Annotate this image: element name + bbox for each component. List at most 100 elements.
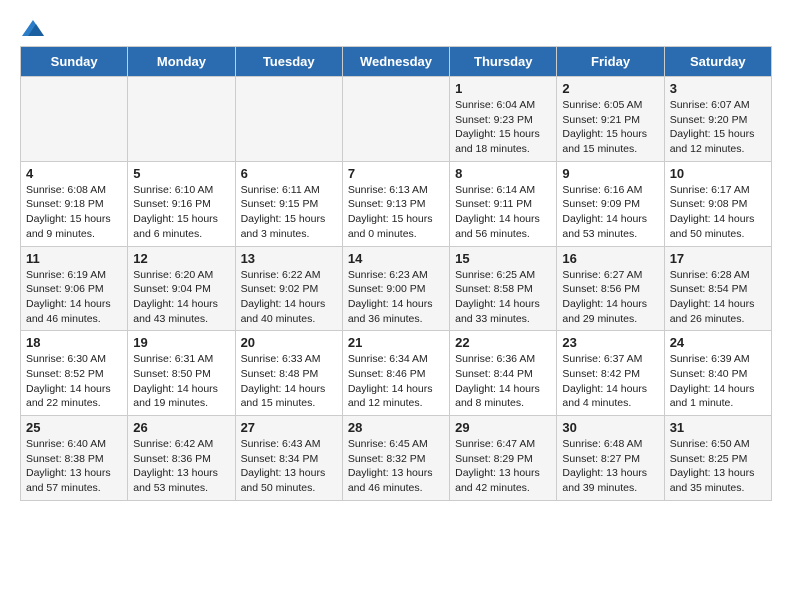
weekday-header-row: SundayMondayTuesdayWednesdayThursdayFrid… <box>21 47 772 77</box>
calendar-table: SundayMondayTuesdayWednesdayThursdayFrid… <box>20 46 772 501</box>
day-content: Sunrise: 6:36 AM Sunset: 8:44 PM Dayligh… <box>455 352 551 411</box>
day-content: Sunrise: 6:08 AM Sunset: 9:18 PM Dayligh… <box>26 183 122 242</box>
day-number: 8 <box>455 166 551 181</box>
day-number: 15 <box>455 251 551 266</box>
day-content: Sunrise: 6:28 AM Sunset: 8:54 PM Dayligh… <box>670 268 766 327</box>
calendar-cell: 6 Sunrise: 6:11 AM Sunset: 9:15 PM Daylig… <box>235 161 342 246</box>
day-content: Sunrise: 6:07 AM Sunset: 9:20 PM Dayligh… <box>670 98 766 157</box>
weekday-header-friday: Friday <box>557 47 664 77</box>
day-number: 13 <box>241 251 337 266</box>
calendar-week-2: 4 Sunrise: 6:08 AM Sunset: 9:18 PM Daylig… <box>21 161 772 246</box>
calendar-cell: 27 Sunrise: 6:43 AM Sunset: 8:34 PM Dayli… <box>235 416 342 501</box>
day-number: 26 <box>133 420 229 435</box>
day-number: 27 <box>241 420 337 435</box>
day-number: 5 <box>133 166 229 181</box>
day-content: Sunrise: 6:48 AM Sunset: 8:27 PM Dayligh… <box>562 437 658 496</box>
weekday-header-saturday: Saturday <box>664 47 771 77</box>
calendar-cell: 19 Sunrise: 6:31 AM Sunset: 8:50 PM Dayli… <box>128 331 235 416</box>
calendar-cell: 15 Sunrise: 6:25 AM Sunset: 8:58 PM Dayli… <box>450 246 557 331</box>
calendar-week-3: 11 Sunrise: 6:19 AM Sunset: 9:06 PM Dayli… <box>21 246 772 331</box>
day-number: 10 <box>670 166 766 181</box>
day-number: 1 <box>455 81 551 96</box>
day-content: Sunrise: 6:10 AM Sunset: 9:16 PM Dayligh… <box>133 183 229 242</box>
weekday-header-monday: Monday <box>128 47 235 77</box>
day-content: Sunrise: 6:40 AM Sunset: 8:38 PM Dayligh… <box>26 437 122 496</box>
calendar-cell: 1Sunrise: 6:04 AM Sunset: 9:23 PM Daylig… <box>450 77 557 162</box>
day-content: Sunrise: 6:47 AM Sunset: 8:29 PM Dayligh… <box>455 437 551 496</box>
calendar-cell: 29 Sunrise: 6:47 AM Sunset: 8:29 PM Dayli… <box>450 416 557 501</box>
day-content: Sunrise: 6:25 AM Sunset: 8:58 PM Dayligh… <box>455 268 551 327</box>
day-content: Sunrise: 6:31 AM Sunset: 8:50 PM Dayligh… <box>133 352 229 411</box>
day-content: Sunrise: 6:17 AM Sunset: 9:08 PM Dayligh… <box>670 183 766 242</box>
day-number: 17 <box>670 251 766 266</box>
day-number: 20 <box>241 335 337 350</box>
day-content: Sunrise: 6:16 AM Sunset: 9:09 PM Dayligh… <box>562 183 658 242</box>
day-number: 6 <box>241 166 337 181</box>
calendar-cell: 30 Sunrise: 6:48 AM Sunset: 8:27 PM Dayli… <box>557 416 664 501</box>
day-number: 9 <box>562 166 658 181</box>
weekday-header-wednesday: Wednesday <box>342 47 449 77</box>
day-number: 30 <box>562 420 658 435</box>
calendar-cell <box>128 77 235 162</box>
calendar-cell: 28Sunrise: 6:45 AM Sunset: 8:32 PM Dayli… <box>342 416 449 501</box>
calendar-cell: 9 Sunrise: 6:16 AM Sunset: 9:09 PM Daylig… <box>557 161 664 246</box>
day-number: 11 <box>26 251 122 266</box>
calendar-cell: 17 Sunrise: 6:28 AM Sunset: 8:54 PM Dayli… <box>664 246 771 331</box>
calendar-cell: 18 Sunrise: 6:30 AM Sunset: 8:52 PM Dayli… <box>21 331 128 416</box>
day-number: 19 <box>133 335 229 350</box>
day-content: Sunrise: 6:05 AM Sunset: 9:21 PM Dayligh… <box>562 98 658 157</box>
calendar-cell: 7 Sunrise: 6:13 AM Sunset: 9:13 PM Daylig… <box>342 161 449 246</box>
day-number: 21 <box>348 335 444 350</box>
day-content: Sunrise: 6:27 AM Sunset: 8:56 PM Dayligh… <box>562 268 658 327</box>
day-number: 25 <box>26 420 122 435</box>
day-content: Sunrise: 6:20 AM Sunset: 9:04 PM Dayligh… <box>133 268 229 327</box>
day-number: 28 <box>348 420 444 435</box>
calendar-cell: 5 Sunrise: 6:10 AM Sunset: 9:16 PM Daylig… <box>128 161 235 246</box>
day-content: Sunrise: 6:13 AM Sunset: 9:13 PM Dayligh… <box>348 183 444 242</box>
calendar-cell: 25 Sunrise: 6:40 AM Sunset: 8:38 PM Dayli… <box>21 416 128 501</box>
calendar-cell: 20 Sunrise: 6:33 AM Sunset: 8:48 PM Dayli… <box>235 331 342 416</box>
page-header <box>20 20 772 30</box>
calendar-cell: 14 Sunrise: 6:23 AM Sunset: 9:00 PM Dayli… <box>342 246 449 331</box>
day-number: 12 <box>133 251 229 266</box>
day-number: 31 <box>670 420 766 435</box>
calendar-cell: 11 Sunrise: 6:19 AM Sunset: 9:06 PM Dayli… <box>21 246 128 331</box>
day-number: 7 <box>348 166 444 181</box>
calendar-cell: 8Sunrise: 6:14 AM Sunset: 9:11 PM Daylig… <box>450 161 557 246</box>
calendar-cell: 23Sunrise: 6:37 AM Sunset: 8:42 PM Dayli… <box>557 331 664 416</box>
calendar-cell: 3 Sunrise: 6:07 AM Sunset: 9:20 PM Daylig… <box>664 77 771 162</box>
day-number: 18 <box>26 335 122 350</box>
day-content: Sunrise: 6:11 AM Sunset: 9:15 PM Dayligh… <box>241 183 337 242</box>
calendar-cell <box>235 77 342 162</box>
day-number: 22 <box>455 335 551 350</box>
day-number: 3 <box>670 81 766 96</box>
calendar-cell: 13 Sunrise: 6:22 AM Sunset: 9:02 PM Dayli… <box>235 246 342 331</box>
calendar-cell: 31 Sunrise: 6:50 AM Sunset: 8:25 PM Dayli… <box>664 416 771 501</box>
calendar-week-5: 25 Sunrise: 6:40 AM Sunset: 8:38 PM Dayli… <box>21 416 772 501</box>
day-content: Sunrise: 6:30 AM Sunset: 8:52 PM Dayligh… <box>26 352 122 411</box>
day-number: 4 <box>26 166 122 181</box>
calendar-cell: 26 Sunrise: 6:42 AM Sunset: 8:36 PM Dayli… <box>128 416 235 501</box>
day-content: Sunrise: 6:42 AM Sunset: 8:36 PM Dayligh… <box>133 437 229 496</box>
day-content: Sunrise: 6:50 AM Sunset: 8:25 PM Dayligh… <box>670 437 766 496</box>
calendar-cell: 4 Sunrise: 6:08 AM Sunset: 9:18 PM Daylig… <box>21 161 128 246</box>
calendar-cell <box>21 77 128 162</box>
calendar-cell: 16 Sunrise: 6:27 AM Sunset: 8:56 PM Dayli… <box>557 246 664 331</box>
calendar-week-4: 18 Sunrise: 6:30 AM Sunset: 8:52 PM Dayli… <box>21 331 772 416</box>
calendar-cell: 22 Sunrise: 6:36 AM Sunset: 8:44 PM Dayli… <box>450 331 557 416</box>
day-content: Sunrise: 6:43 AM Sunset: 8:34 PM Dayligh… <box>241 437 337 496</box>
weekday-header-sunday: Sunday <box>21 47 128 77</box>
day-content: Sunrise: 6:33 AM Sunset: 8:48 PM Dayligh… <box>241 352 337 411</box>
calendar-cell: 21Sunrise: 6:34 AM Sunset: 8:46 PM Dayli… <box>342 331 449 416</box>
calendar-cell: 10 Sunrise: 6:17 AM Sunset: 9:08 PM Dayli… <box>664 161 771 246</box>
calendar-week-1: 1Sunrise: 6:04 AM Sunset: 9:23 PM Daylig… <box>21 77 772 162</box>
logo <box>20 20 46 30</box>
day-number: 23 <box>562 335 658 350</box>
day-number: 29 <box>455 420 551 435</box>
day-content: Sunrise: 6:22 AM Sunset: 9:02 PM Dayligh… <box>241 268 337 327</box>
day-number: 16 <box>562 251 658 266</box>
day-number: 24 <box>670 335 766 350</box>
day-content: Sunrise: 6:19 AM Sunset: 9:06 PM Dayligh… <box>26 268 122 327</box>
day-content: Sunrise: 6:23 AM Sunset: 9:00 PM Dayligh… <box>348 268 444 327</box>
day-number: 14 <box>348 251 444 266</box>
